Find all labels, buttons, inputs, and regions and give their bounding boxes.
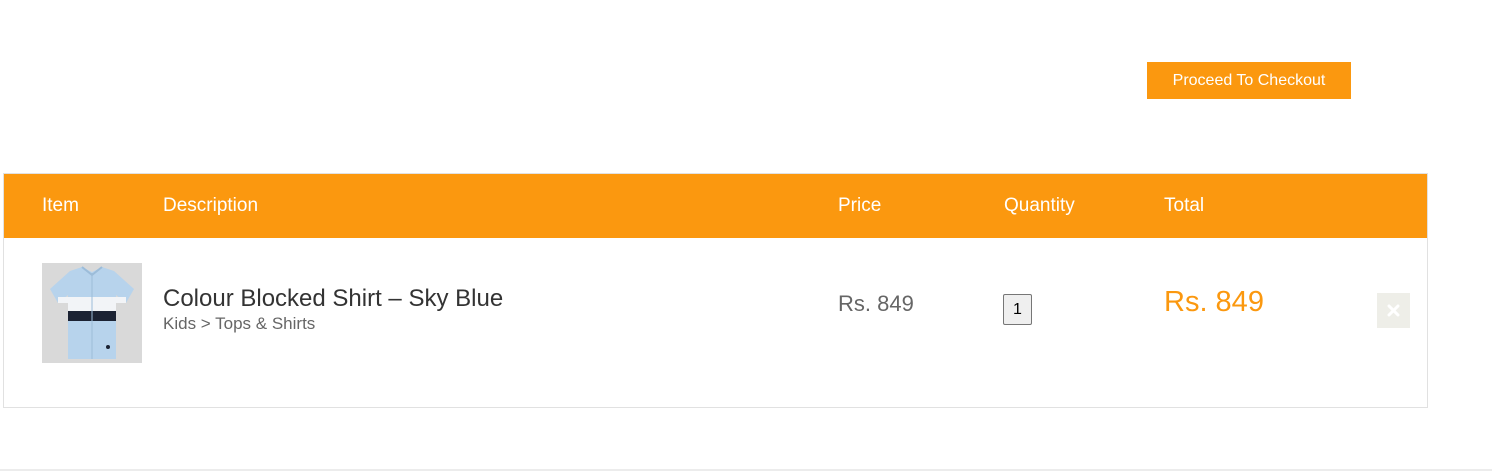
product-image[interactable] [42,263,142,363]
proceed-to-checkout-button[interactable]: Proceed To Checkout [1147,62,1351,99]
header-total: Total [1164,195,1205,216]
cart-table-header: Item Description Price Quantity Total [4,174,1427,238]
header-price: Price [838,195,882,216]
product-name[interactable]: Colour Blocked Shirt – Sky Blue [163,285,503,313]
cart-page: Proceed To Checkout Item Description Pri… [0,0,1492,473]
remove-item-button[interactable] [1377,293,1410,328]
shirt-icon [42,263,142,363]
close-icon [1387,304,1400,317]
header-item: Item [42,195,79,216]
header-description: Description [163,195,259,216]
product-category: Kids > Tops & Shirts [163,314,316,333]
row-total: Rs. 849 [1164,286,1264,318]
footer-divider [0,469,1492,471]
product-price: Rs. 849 [838,291,914,316]
cart-table: Item Description Price Quantity Total Co… [3,173,1428,408]
quantity-input[interactable] [1003,294,1032,325]
header-quantity: Quantity [1004,195,1075,216]
